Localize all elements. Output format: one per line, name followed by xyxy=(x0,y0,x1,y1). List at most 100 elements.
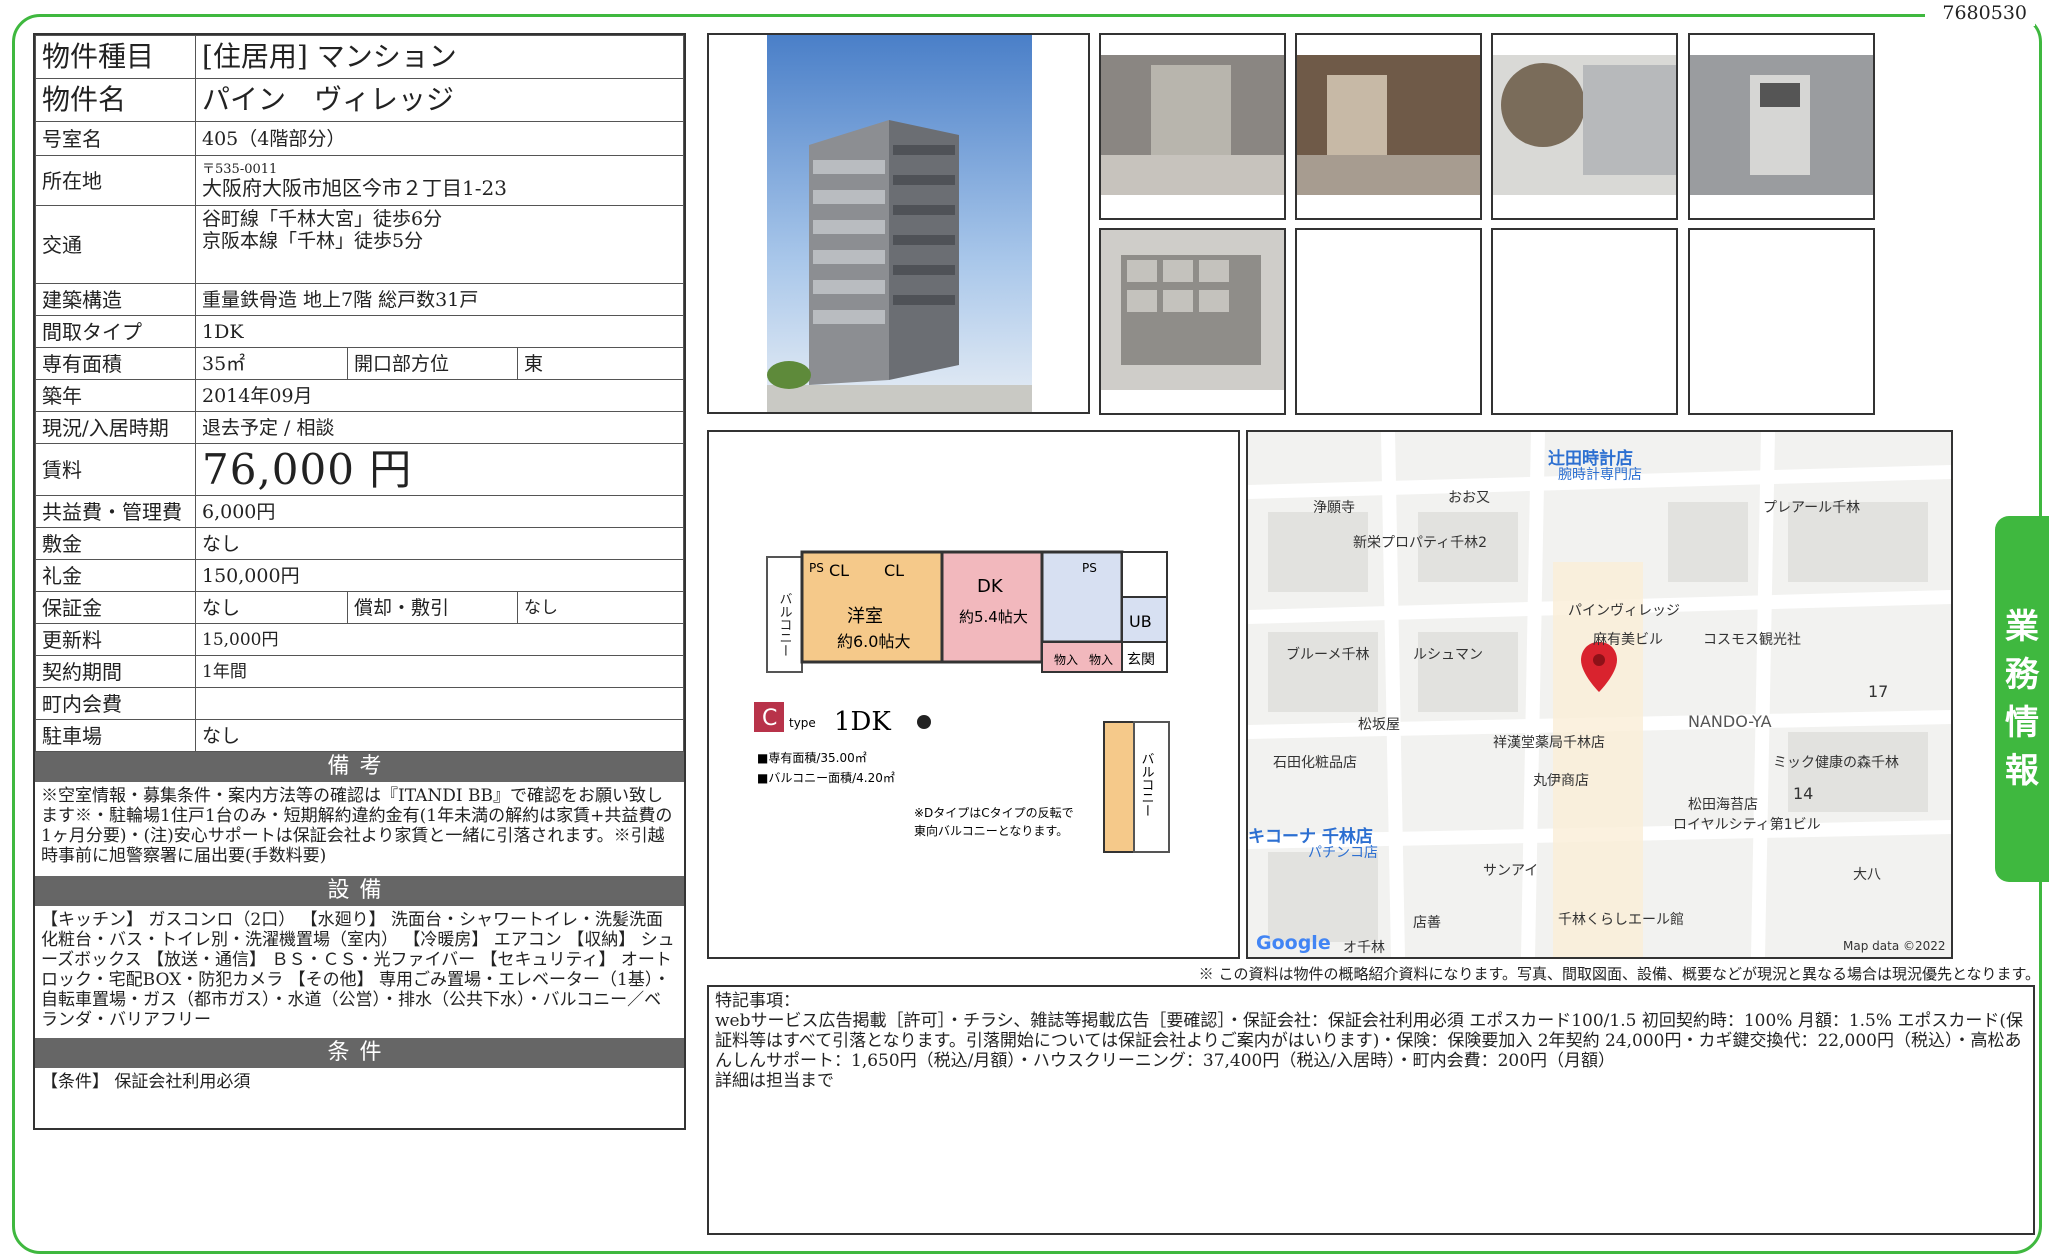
storage-label-2: 物入 xyxy=(1089,653,1113,667)
room-value: 405（4階部分） xyxy=(195,121,684,156)
map-label: 千林くらしエール館 xyxy=(1558,912,1684,928)
remarks-contact: 詳細は担当まで xyxy=(715,1071,834,1091)
closet-label: CL xyxy=(884,561,904,580)
entrance-label: 玄関 xyxy=(1127,651,1155,668)
layout-label: 間取タイプ xyxy=(35,315,196,348)
map-label: 14 xyxy=(1793,784,1814,803)
property-info-panel: 物件種目 [住居用] マンション 物件名 パイン ヴィレッジ 号室名 405（4… xyxy=(33,33,686,1130)
type-letter: C xyxy=(762,706,777,731)
remarks-title: 特記事項： xyxy=(715,991,800,1011)
compass-icon xyxy=(917,715,931,729)
key-money-value: 150,000円 xyxy=(195,559,684,592)
entrance-image xyxy=(1101,55,1284,195)
business-info-tab[interactable]: 業 務 情 報 xyxy=(1995,516,2049,882)
photo-thumbnail-intercom[interactable] xyxy=(1688,33,1875,220)
map-label: 腕時計専門店 xyxy=(1558,467,1642,483)
storage-label: 物入 xyxy=(1054,653,1078,667)
parking-label: 駐車場 xyxy=(35,719,196,752)
layout-value: 1DK xyxy=(195,315,684,348)
ps-label-2: PS xyxy=(1082,561,1097,575)
photo-slot-empty xyxy=(1295,228,1482,415)
rent-value: 76,000 円 xyxy=(195,443,684,496)
area-map[interactable]: 辻田時計店 腕時計専門店 浄願寺 おお又 プレアール千林 新栄プロパティ千林2 … xyxy=(1246,430,1953,959)
side-tab-char: 業 xyxy=(2005,607,2039,647)
photo-thumbnail-entrance[interactable] xyxy=(1099,33,1286,220)
built-value: 2014年09月 xyxy=(195,379,684,412)
map-label: おお又 xyxy=(1448,490,1490,506)
direction-value: 東 xyxy=(517,347,684,380)
deposit-label: 敷金 xyxy=(35,527,196,560)
built-label: 築年 xyxy=(35,379,196,412)
community-fee-value xyxy=(195,687,684,720)
map-label: 新栄プロパティ千林2 xyxy=(1353,535,1488,551)
map-label: NANDO-YA xyxy=(1688,712,1772,731)
map-label: ルシュマン xyxy=(1413,647,1483,663)
garden-image xyxy=(1493,55,1676,195)
structure-label: 建築構造 xyxy=(35,283,196,316)
rent-label: 賃料 xyxy=(35,443,196,496)
floor-plan-drawing: バルコニー PS CL CL 洋室 約6.0帖大 DK 約5.4帖大 PS UB… xyxy=(754,550,1170,853)
western-room-label: 洋室 xyxy=(847,606,883,627)
photo-slot-empty xyxy=(1688,228,1875,415)
map-label: ロイヤルシティ第1ビル xyxy=(1673,817,1821,833)
document-number: 7680530 xyxy=(1925,0,2035,26)
amortization-value: なし xyxy=(517,591,684,624)
google-logo: Google xyxy=(1256,932,1331,954)
facilities-header: 設備 xyxy=(35,876,684,906)
map-label: 17 xyxy=(1868,682,1889,701)
renewal-label: 更新料 xyxy=(35,623,196,656)
photo-thumbnail-garden[interactable] xyxy=(1491,33,1678,220)
map-label: 祥漢堂薬局千林店 xyxy=(1493,735,1605,751)
balcony-spec: ■バルコニー面積/4.20㎡ xyxy=(757,770,895,785)
address-label: 所在地 xyxy=(35,155,196,206)
map-label: ミック健康の森千林 xyxy=(1773,755,1899,771)
balcony-right-label: バルコニー xyxy=(1139,752,1155,817)
intercom-image xyxy=(1690,55,1873,195)
disclaimer-note: ※ この資料は物件の概略紹介資料になります。写真、間取図面、設備、概要などが現況… xyxy=(1198,965,2040,983)
map-label: パチンコ店 xyxy=(1308,845,1378,861)
fee-value: 6,000円 xyxy=(195,495,684,528)
contract-label: 契約期間 xyxy=(35,655,196,688)
conditions-header: 条件 xyxy=(35,1038,684,1068)
reversal-note-1: ※DタイプはCタイプの反転で xyxy=(914,806,1074,820)
remarks-text: webサービス広告掲載［許可］・チラシ、雑誌等掲載広告［要確認］・保証会社：保証… xyxy=(715,1011,2024,1071)
type-label: 物件種目 xyxy=(35,35,196,79)
facilities-text: 【キッチン】 ガスコンロ（2口） 【水廻り】 洗面台・シャワートイレ・洗髪洗面化… xyxy=(41,910,675,1030)
dk-label: DK xyxy=(977,576,1004,597)
type-word: type xyxy=(789,716,816,730)
building-image xyxy=(767,35,1032,412)
side-tab-char: 報 xyxy=(2005,751,2039,791)
photo-thumbnail-lobby[interactable] xyxy=(1295,33,1482,220)
map-label: 浄願寺 xyxy=(1313,500,1355,516)
map-label: 石田化粧品店 xyxy=(1273,755,1357,771)
building-photo[interactable] xyxy=(707,33,1090,414)
guarantee-value: なし xyxy=(195,591,348,624)
name-label: 物件名 xyxy=(35,78,196,122)
area-spec: ■専有面積/35.00㎡ xyxy=(757,750,867,765)
address-value: 大阪府大阪市旭区今市２丁目1-23 xyxy=(202,176,507,200)
ps-label: PS xyxy=(809,561,824,575)
map-label: コスモス観光社 xyxy=(1703,632,1801,648)
side-tab-char: 務 xyxy=(2005,655,2039,695)
photo-thumbnail-mailbox[interactable] xyxy=(1099,228,1286,415)
closet-label: CL xyxy=(829,561,849,580)
map-label: サンアイ xyxy=(1483,863,1539,879)
special-remarks: 特記事項： webサービス広告掲載［許可］・チラシ、雑誌等掲載広告［要確認］・保… xyxy=(707,985,2035,1235)
floor-plan[interactable]: バルコニー PS CL CL 洋室 約6.0帖大 DK 約5.4帖大 PS UB… xyxy=(707,430,1240,959)
transport-line-2: 京阪本線「千林」徒歩5分 xyxy=(202,230,424,252)
type-value: [住居用] マンション xyxy=(195,35,684,79)
type-layout: 1DK xyxy=(834,707,891,737)
notes-header: 備考 xyxy=(35,752,684,782)
transport-cell: 谷町線「千林大宮」徒歩6分 京阪本線「千林」徒歩5分 xyxy=(195,205,684,284)
side-tab-char: 情 xyxy=(2005,703,2039,743)
map-label: 麻有美ビル xyxy=(1593,632,1663,648)
parking-value: なし xyxy=(195,719,684,752)
dk-size: 約5.4帖大 xyxy=(959,608,1028,626)
map-label: ブルーメ千林 xyxy=(1286,647,1370,663)
status-label: 現況/入居時期 xyxy=(35,411,196,444)
renewal-value: 15,000円 xyxy=(195,623,684,656)
map-label: プレアール千林 xyxy=(1763,500,1861,516)
map-label: パインヴィレッジ xyxy=(1568,603,1680,619)
map-label: 店善 xyxy=(1413,915,1441,931)
structure-value: 重量鉄骨造 地上7階 総戸数31戸 xyxy=(195,283,684,316)
